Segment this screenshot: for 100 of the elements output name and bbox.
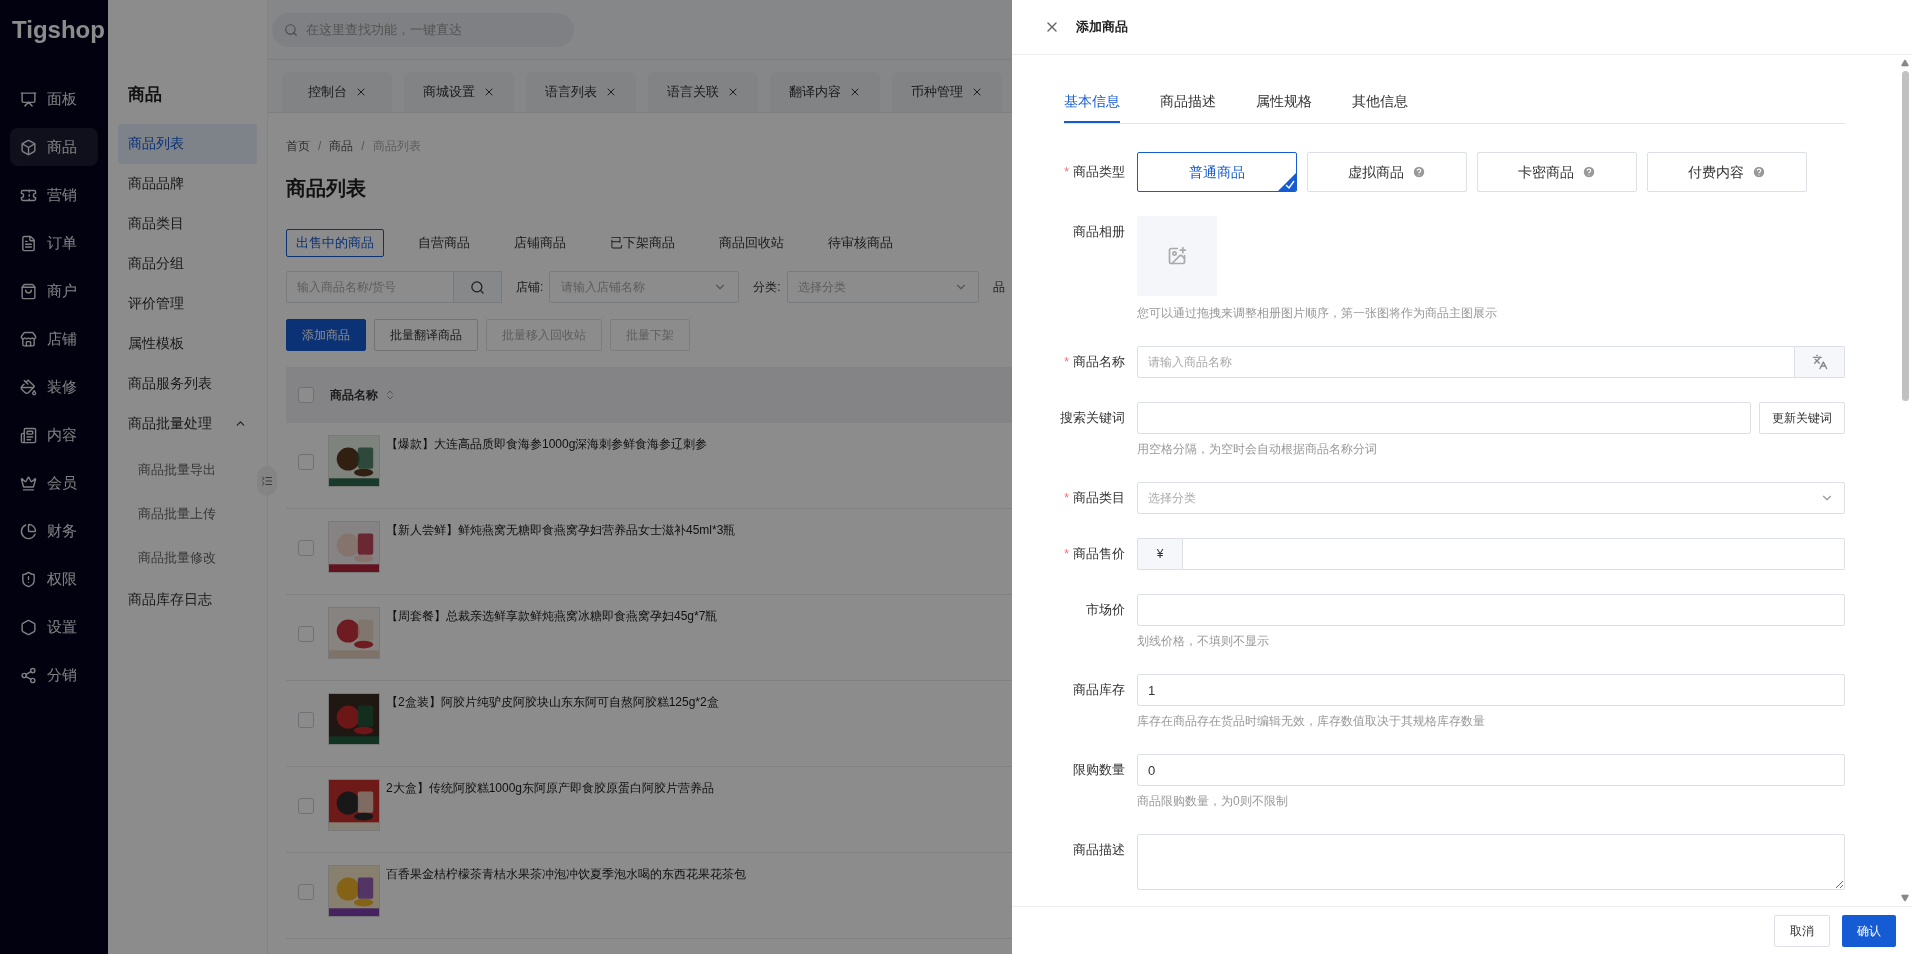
filter-tab[interactable]: 商品回收站 [709,229,794,257]
filter-tab[interactable]: 已下架商品 [600,229,685,257]
submenu-item[interactable]: 商品服务列表 [118,363,257,404]
product-name[interactable]: 【新人尝鲜】鲜炖燕窝无糖即食燕窝孕妇营养品女士滋补45ml*3瓶 [386,521,736,539]
submenu-item[interactable]: 属性模板 [118,323,257,364]
page-tab[interactable]: 商城设置 [404,72,514,112]
nav-item[interactable]: 会员 [10,464,98,502]
page-tab[interactable]: 语言关联 [648,72,758,112]
product-name[interactable]: 2大盒】传统阿胶糕1000g东阿原产即食胶原蛋白阿胶片营养品 [386,779,715,797]
submenu-item[interactable]: 商品列表 [118,123,257,164]
nav-item[interactable]: 分销 [10,656,98,694]
nav-item[interactable]: 店铺 [10,320,98,358]
product-name[interactable]: 【爆款】大连高品质即食海参1000g深海刺参鲜食海参辽刺参 [386,435,708,453]
checkbox[interactable] [298,884,314,900]
cancel-button[interactable]: 取消 [1774,914,1830,947]
type-option[interactable]: 普通商品 [1137,152,1297,192]
close-icon[interactable] [483,86,495,98]
field-label: 商品类型 [1073,163,1125,182]
page-tab[interactable]: 语言列表 [526,72,636,112]
upload-area[interactable] [1137,216,1217,296]
product-name[interactable]: 【2盒装】阿胶片纯驴皮阿胶块山东东阿可自熬阿胶糕125g*2盒 [386,693,719,711]
nav-item[interactable]: 商品 [10,128,98,166]
drawer-tab[interactable]: 其他信息 [1352,91,1408,123]
price-field[interactable] [1183,538,1845,570]
nav-item[interactable]: 营销 [10,176,98,214]
store-icon [20,330,37,348]
search-button[interactable] [454,271,502,303]
translate-icon [1811,354,1828,370]
nav-item[interactable]: 面板 [10,80,98,118]
submenu-item[interactable]: 商品分组 [118,243,257,284]
submenu-item[interactable]: 商品批量处理 [118,403,257,444]
hexagon-icon [20,618,37,636]
nav-item[interactable]: 设置 [10,608,98,646]
checkbox[interactable] [298,626,314,642]
page-tab[interactable]: 币种管理 [892,72,1002,112]
collapse-icon [261,475,273,487]
share-icon [20,666,37,684]
submenu-subitem[interactable]: 商品批量上传 [118,491,257,536]
drawer-tab[interactable]: 商品描述 [1160,91,1216,123]
page-tab[interactable]: 翻译内容 [770,72,880,112]
sort-icon[interactable] [384,389,396,401]
close-icon[interactable] [849,86,861,98]
close-icon[interactable] [727,86,739,98]
textarea-field[interactable] [1137,834,1845,890]
filter-tab[interactable]: 店铺商品 [504,229,576,257]
checkbox[interactable] [298,540,314,556]
product-name[interactable]: 【周套餐】总裁亲选鲜享款鲜炖燕窝冰糖即食燕窝孕妇45g*7瓶 [386,607,718,625]
filter-tab[interactable]: 待审核商品 [818,229,903,257]
input-field[interactable]: 0 [1137,754,1845,786]
drawer-tab[interactable]: 基本信息 [1064,91,1120,123]
input-field[interactable]: 1 [1137,674,1845,706]
breadcrumb-item[interactable]: 商品 [329,137,354,155]
submenu-item[interactable]: 商品类目 [118,203,257,244]
field-label: 商品描述 [1073,841,1125,860]
checkbox[interactable] [298,798,314,814]
checkbox[interactable] [298,387,314,403]
confirm-button[interactable]: 确认 [1842,914,1896,947]
nav-item[interactable]: 财务 [10,512,98,550]
nav-item[interactable]: 内容 [10,416,98,454]
page-tab[interactable]: 控制台 [282,72,392,112]
drawer-tab[interactable]: 属性规格 [1256,91,1312,123]
checkbox[interactable] [298,712,314,728]
nav-item[interactable]: 订单 [10,224,98,262]
translate-button[interactable] [1795,346,1845,378]
checkbox[interactable] [298,454,314,470]
crown-icon [20,474,37,492]
nav-item[interactable]: 装修 [10,368,98,406]
field-label: 商品售价 [1073,545,1125,564]
column-header[interactable]: 商品名称 [330,386,378,404]
breadcrumb-item[interactable]: 首页 [286,137,310,155]
nav-item[interactable]: 商户 [10,272,98,310]
action-button[interactable]: 批量翻译商品 [374,319,478,351]
close-icon[interactable] [971,86,983,98]
close-icon[interactable] [605,86,617,98]
brand-logo: Tigshop [11,15,105,45]
required-asterisk: * [1064,546,1069,563]
submenu-item[interactable]: 评价管理 [118,283,257,324]
type-option[interactable]: 付费内容 [1647,152,1807,192]
collapse-handle[interactable] [257,466,277,496]
submenu-item[interactable]: 商品库存日志 [118,579,257,620]
submenu-subitem[interactable]: 商品批量导出 [118,447,257,492]
filter-tab[interactable]: 出售中的商品 [286,229,384,257]
input-field[interactable]: 请输入商品名称 [1137,346,1795,378]
submenu-item[interactable]: 商品品牌 [118,163,257,204]
action-button[interactable]: 添加商品 [286,319,366,351]
type-option[interactable]: 虚拟商品 [1307,152,1467,192]
required-asterisk: * [1064,354,1069,371]
filter-tab[interactable]: 自营商品 [408,229,480,257]
input-field[interactable] [1137,594,1845,626]
type-option[interactable]: 卡密商品 [1477,152,1637,192]
update-keywords-button[interactable]: 更新关键词 [1759,402,1845,434]
page-title: 商品列表 [286,176,366,201]
document-icon [20,234,37,252]
product-name[interactable]: 百香果金桔柠檬茶青桔水果茶冲泡冲饮夏季泡水喝的东西花果花茶包 [386,865,746,883]
scroll-up-icon[interactable] [1901,59,1909,67]
scroll-down-icon[interactable] [1901,894,1909,902]
scrollbar-thumb[interactable] [1901,71,1909,401]
nav-item[interactable]: 权限 [10,560,98,598]
input-field[interactable] [1137,402,1751,434]
submenu-subitem[interactable]: 商品批量修改 [118,535,257,580]
